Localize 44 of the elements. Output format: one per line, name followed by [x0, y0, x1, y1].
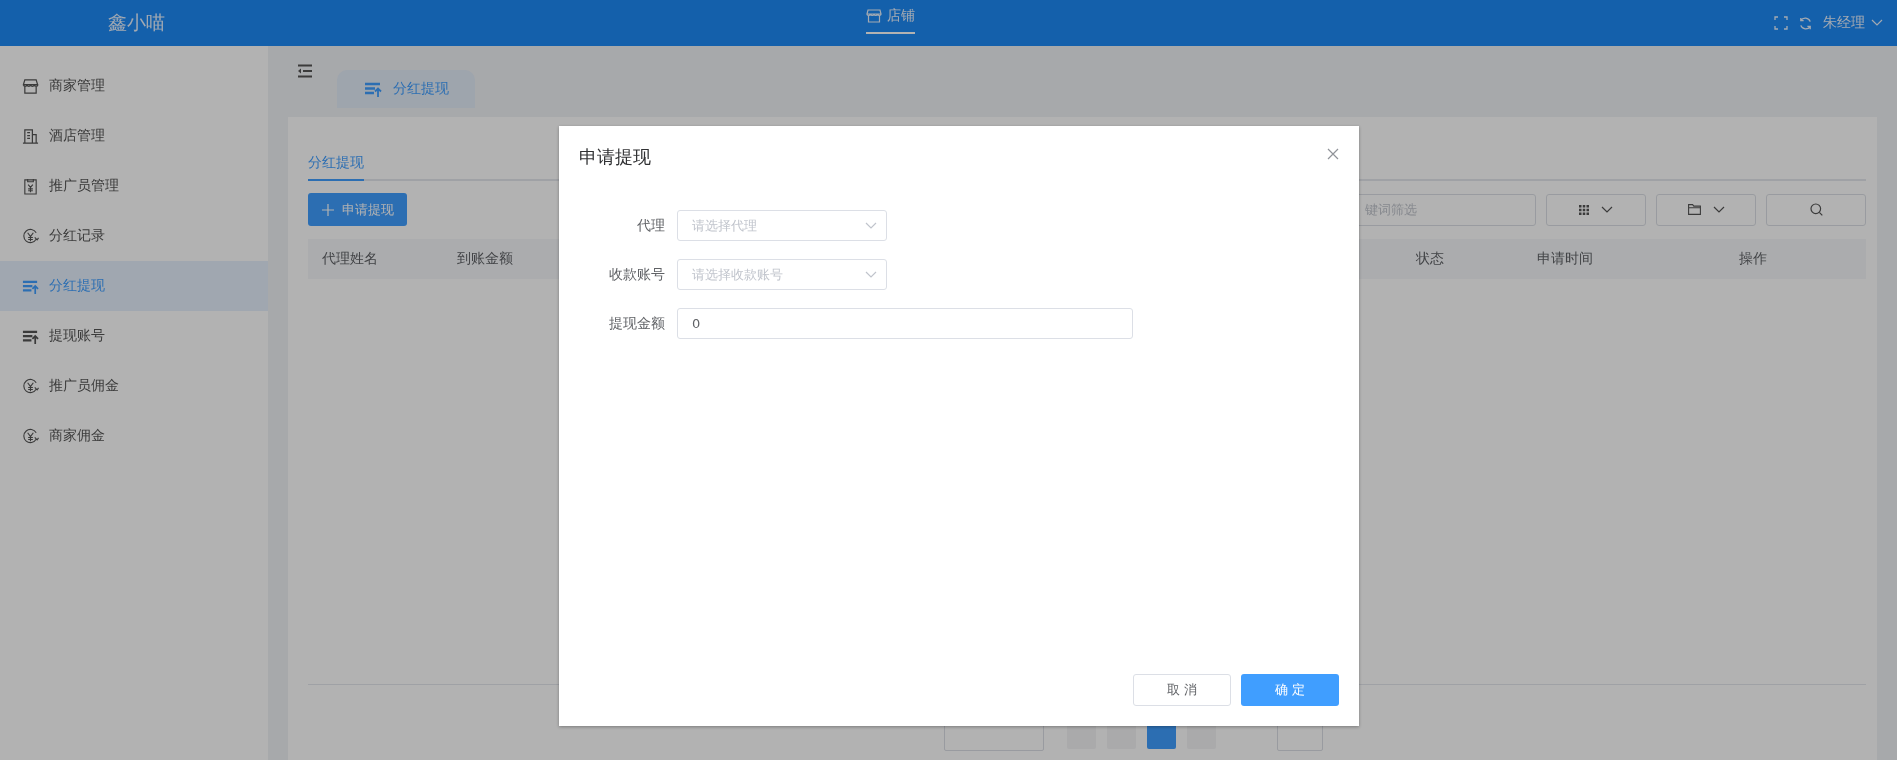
column-header: 状态: [1416, 250, 1444, 268]
sidebar-item[interactable]: 提现账号: [0, 311, 268, 361]
sidebar-item[interactable]: 商家管理: [0, 61, 268, 111]
nav-tab[interactable]: 店铺: [866, 0, 915, 34]
yen-coin-icon: [22, 377, 39, 395]
plus-icon: [321, 203, 334, 216]
sidebar-item[interactable]: 商家佣金: [0, 411, 268, 461]
caret-icon: [1601, 205, 1613, 214]
grid-dropdown-button[interactable]: [1546, 193, 1646, 226]
sidebar-item[interactable]: 酒店管理: [0, 111, 268, 161]
store-icon: [22, 77, 39, 95]
column-header: 操作: [1739, 250, 1767, 268]
app-logo: 鑫小喵: [108, 10, 165, 35]
user-menu[interactable]: 朱经理: [1823, 14, 1883, 32]
amount-field[interactable]: 0: [677, 308, 1133, 339]
cancel-button[interactable]: 取 消: [1133, 674, 1231, 706]
list-upload-icon: [363, 80, 383, 98]
store-icon: [866, 9, 882, 23]
clipboard-yen-icon: [22, 177, 39, 195]
sidebar-item[interactable]: 分红记录: [0, 211, 268, 261]
field-label: 代理: [636, 216, 666, 235]
sidebar-item[interactable]: 推广员管理: [0, 161, 268, 211]
refresh-icon[interactable]: [1798, 15, 1813, 31]
sidebar-item[interactable]: 推广员佣金: [0, 361, 268, 411]
yen-coin-icon: [22, 427, 39, 445]
caret-icon: [865, 221, 877, 230]
field-label: 提现金额: [608, 314, 666, 333]
column-header: 到账金额: [457, 250, 513, 268]
folder-icon: [1687, 204, 1701, 215]
caret-icon: [1871, 19, 1883, 27]
fullscreen-icon[interactable]: [1774, 16, 1788, 30]
caret-icon: [865, 270, 877, 279]
folder-dropdown-button[interactable]: [1656, 193, 1756, 226]
building-icon: [22, 127, 39, 145]
column-header: 代理姓名: [322, 250, 378, 268]
menu-icon[interactable]: [297, 64, 313, 78]
search-icon: [1809, 203, 1823, 216]
caret-icon: [1712, 205, 1725, 214]
dialog-title: 申请提现: [579, 145, 651, 169]
close-icon[interactable]: [1327, 148, 1339, 160]
grid-icon: [1579, 204, 1589, 215]
yen-coin-icon: [22, 227, 39, 245]
field-label: 收款账号: [608, 265, 666, 284]
column-header: 申请时间: [1537, 250, 1593, 268]
